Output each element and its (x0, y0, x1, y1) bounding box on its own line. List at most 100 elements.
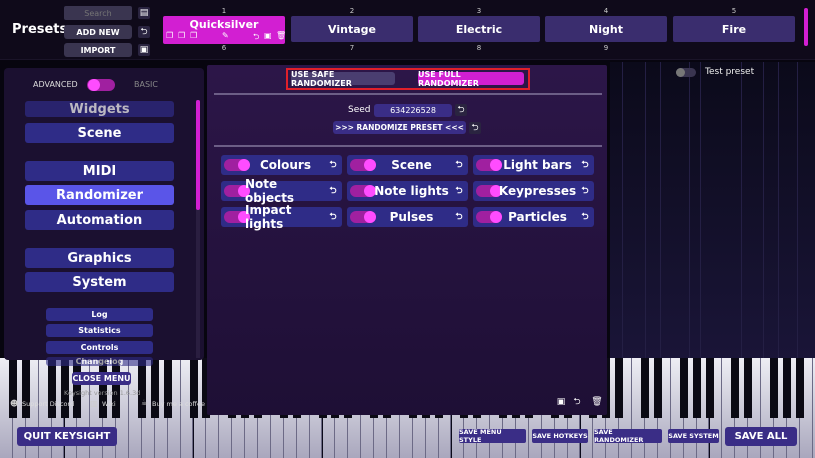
buy-coffee-link[interactable]: Buy me a coffee (152, 400, 205, 408)
category-pulses: Pulses ⮌ (347, 207, 468, 227)
sidebar-item-controls[interactable]: Controls (46, 341, 153, 354)
undo-randomize-icon[interactable]: ⮌ (469, 122, 481, 134)
quit-button[interactable]: QUIT KEYSIGHT (17, 427, 117, 446)
sidebar-item-randomizer[interactable]: Randomizer (25, 185, 174, 205)
sidebar-item-log[interactable]: Log (46, 308, 153, 321)
black-key (60, 358, 69, 418)
reset-icon[interactable]: ⮌ (327, 185, 339, 197)
reset-icon[interactable]: ⮌ (579, 159, 591, 171)
black-key (8, 358, 17, 418)
category-label: Particles (508, 210, 567, 224)
import-button[interactable]: IMPORT (64, 43, 132, 57)
sidebar-item-widgets[interactable]: Widgets (25, 101, 174, 117)
category-label: Impact lights (245, 203, 292, 231)
copy-icon[interactable]: ❐ (166, 31, 173, 40)
sidebar-scrollbar-thumb[interactable] (196, 100, 200, 210)
sidebar-item-graphics[interactable]: Graphics (25, 248, 174, 268)
black-key (770, 358, 778, 418)
black-key (782, 358, 791, 418)
visualizer-background (610, 62, 815, 362)
sidebar-item-automation[interactable]: Automation (25, 210, 174, 230)
close-menu-button[interactable]: CLOSE MENU (72, 372, 131, 385)
basic-label: BASIC (134, 80, 158, 89)
reset-icon[interactable]: ⮌ (579, 211, 591, 223)
randomize-preset-button[interactable]: >>> RANDOMIZE PRESET <<< (333, 121, 466, 134)
black-key (137, 358, 146, 418)
reset-icon[interactable]: ⮌ (453, 159, 465, 171)
preset-slot[interactable]: Vintage (291, 16, 413, 42)
sidebar-item-scene[interactable]: Scene (25, 123, 174, 143)
preset-slot[interactable]: Fire (673, 16, 795, 42)
preset-slot-number: 8 (476, 44, 482, 52)
copy-icon[interactable]: ❐ (190, 31, 197, 40)
category-label: Note lights (374, 184, 449, 198)
advanced-basic-toggle[interactable] (87, 79, 115, 91)
category-scene: Scene ⮌ (347, 155, 468, 175)
save-icon[interactable]: ▣ (555, 396, 567, 408)
save-randomizer-button[interactable]: SAVE RANDOMIZER (594, 428, 662, 444)
black-key (73, 358, 82, 418)
visualizer-line (660, 62, 661, 362)
copy-icon[interactable]: ❐ (178, 31, 185, 40)
sidebar-item-system[interactable]: System (25, 272, 174, 292)
advanced-label: ADVANCED (33, 80, 78, 89)
reset-icon[interactable]: ⮌ (579, 185, 591, 197)
safe-randomizer-button[interactable]: USE SAFE RANDOMIZER (291, 70, 395, 88)
undo-icon[interactable]: ⮌ (253, 31, 259, 45)
category-note-objects: Note objects ⮌ (221, 177, 342, 205)
preset-slot[interactable]: Night (545, 16, 667, 42)
preset-slot-label: Vintage (328, 22, 376, 36)
undo-icon[interactable]: ⮌ (571, 396, 583, 408)
folder-icon[interactable]: ▤ (138, 7, 150, 19)
black-key (744, 358, 753, 418)
visualizer-line (645, 62, 646, 362)
preset-slot-label: Electric (455, 22, 503, 36)
coffee-icon: ☕ (141, 398, 149, 407)
full-randomizer-button[interactable]: USE FULL RANDOMIZER (418, 70, 524, 88)
visualizer-line (700, 62, 701, 362)
divider (214, 93, 602, 95)
category-label: Scene (391, 158, 432, 172)
black-key (653, 358, 662, 418)
undo-icon[interactable]: ⮌ (138, 26, 150, 38)
add-new-button[interactable]: ADD NEW (64, 25, 132, 39)
save-icon[interactable]: ▣ (138, 44, 150, 56)
preset-slot-number: 7 (349, 44, 355, 52)
preset-slot-number: 3 (476, 7, 482, 15)
reset-icon[interactable]: ⮌ (453, 185, 465, 197)
sidebar-item-statistics[interactable]: Statistics (46, 324, 153, 337)
test-preset-toggle[interactable] (676, 68, 696, 77)
edit-icon[interactable]: ✎ (222, 31, 229, 40)
save-menu-style-button[interactable]: SAVE MENU STYLE (459, 428, 526, 444)
preset-search-input[interactable] (64, 6, 132, 20)
version-text: Keysight version 1.6.3d (64, 389, 141, 397)
reset-seed-icon[interactable]: ⮌ (455, 104, 467, 116)
reset-icon[interactable]: ⮌ (453, 211, 465, 223)
reset-icon[interactable]: ⮌ (327, 159, 339, 171)
black-key (615, 358, 624, 418)
category-label: Pulses (389, 210, 434, 224)
sidebar-item-changelog[interactable]: Changelog (46, 357, 153, 366)
category-label: Colours (259, 158, 311, 172)
black-key (705, 358, 714, 418)
wiki-link[interactable]: Wiki (102, 400, 116, 408)
black-key (21, 358, 30, 418)
reset-icon[interactable]: ⮌ (327, 211, 339, 223)
save-hotkeys-button[interactable]: SAVE HOTKEYS (532, 429, 588, 443)
category-note-lights: Note lights ⮌ (347, 181, 468, 201)
support-discord-link[interactable]: Support Discord (22, 400, 74, 408)
randomizer-panel (207, 65, 607, 415)
seed-input[interactable]: 634226528 (374, 104, 452, 117)
save-system-button[interactable]: SAVE SYSTEM (668, 429, 719, 443)
trash-icon[interactable]: 🗑 (276, 31, 286, 40)
toggle-knob (676, 68, 685, 77)
trash-icon[interactable]: 🗑 (591, 396, 603, 408)
save-all-button[interactable]: SAVE ALL (725, 427, 797, 446)
presets-scrollbar[interactable] (804, 8, 808, 46)
save-icon[interactable]: ▣ (264, 31, 272, 40)
black-key (731, 358, 740, 418)
preset-slot[interactable]: Electric (418, 16, 540, 42)
black-key (163, 358, 172, 418)
sidebar-item-midi[interactable]: MIDI (25, 161, 174, 181)
category-label: Keypresses (498, 184, 577, 198)
